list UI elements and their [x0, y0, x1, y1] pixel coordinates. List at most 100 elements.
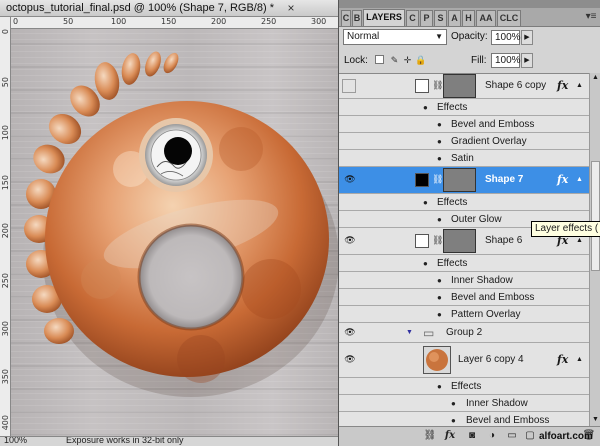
eye-icon[interactable]: ● [437, 154, 442, 163]
visibility-toggle-empty[interactable] [342, 79, 356, 93]
layer-name: Shape 7 [485, 174, 524, 185]
group-expand-icon[interactable]: ▼ [406, 329, 413, 336]
eye-icon[interactable]: ● [423, 103, 428, 112]
new-layer-icon[interactable]: ▢ [523, 430, 537, 442]
expand-caret-icon[interactable]: ▲ [576, 176, 583, 183]
document-canvas[interactable] [11, 29, 338, 436]
eye-icon[interactable]: ● [437, 120, 442, 129]
layer-list-scrollbar[interactable]: ▲ ▼ [589, 73, 600, 426]
link-icon: ⛓ [432, 80, 444, 90]
expand-caret-icon[interactable]: ▲ [576, 237, 583, 244]
adjustment-layer-icon[interactable]: ◑ [485, 430, 499, 442]
tab-aa[interactable]: AA [476, 10, 496, 26]
fx-icon[interactable]: fx [557, 79, 568, 92]
effect-row[interactable]: ● Inner Shadow [339, 272, 589, 289]
effect-row[interactable]: ● Satin [339, 150, 589, 167]
lock-move-icon[interactable]: ✛ [402, 55, 413, 66]
watermark-text: alfoart.com [539, 431, 593, 442]
layer-row-shape-6-copy[interactable]: ⛓ Shape 6 copy fx ▲ [339, 74, 589, 99]
fx-icon[interactable]: fx [557, 173, 568, 186]
blend-mode-select[interactable]: Normal ▼ [343, 29, 447, 45]
ruler-horizontal[interactable]: 0 50 100 150 200 250 300 [11, 17, 338, 29]
ruler-label: 200 [1, 223, 10, 239]
eye-icon[interactable]: ● [423, 198, 428, 207]
tab-h[interactable]: H [462, 10, 475, 26]
tab-b[interactable]: B [352, 10, 362, 26]
vector-mask-thumbnail [443, 74, 476, 98]
tab-p[interactable]: P [420, 10, 433, 26]
eye-icon[interactable]: ● [437, 137, 442, 146]
eye-icon[interactable]: ● [437, 310, 442, 319]
tab-a[interactable]: A [448, 10, 461, 26]
effects-row[interactable]: ● Effects [339, 255, 589, 272]
ruler-label: 150 [161, 17, 177, 26]
fill-field[interactable]: 100% [491, 53, 521, 68]
document-tab[interactable]: octopus_tutorial_final.psd @ 100% (Shape… [0, 0, 338, 17]
eye-icon[interactable]: 👁 [344, 354, 356, 364]
tab-s[interactable]: S [434, 10, 447, 26]
lock-transparency-icon[interactable] [375, 55, 384, 64]
scroll-down-icon[interactable]: ▼ [590, 415, 600, 425]
effects-label: Effects [437, 197, 468, 208]
tab-layers[interactable]: LAYERS [363, 9, 405, 26]
effect-label: Inner Shadow [451, 275, 513, 286]
effect-row[interactable]: ● Pattern Overlay [339, 306, 589, 323]
layer-thumbnail [423, 346, 451, 374]
tab-c2[interactable]: C [406, 10, 419, 26]
effect-row[interactable]: ● Bevel and Emboss [339, 289, 589, 306]
lock-all-icon[interactable]: 🔒 [415, 55, 426, 66]
close-icon[interactable]: × [283, 0, 299, 16]
eye-icon[interactable]: ● [423, 259, 428, 268]
scrollbar-thumb[interactable] [591, 161, 600, 271]
opacity-field[interactable]: 100% [491, 30, 521, 45]
layer-name: Layer 6 copy 4 [458, 354, 524, 365]
eye-icon[interactable]: 👁 [344, 327, 356, 337]
expand-caret-icon[interactable]: ▲ [576, 356, 583, 363]
effect-row[interactable]: ● Bevel and Emboss [339, 412, 589, 427]
group-name: Group 2 [446, 327, 483, 338]
effect-row[interactable]: ● Bevel and Emboss [339, 116, 589, 133]
effects-row[interactable]: ● Effects [339, 99, 589, 116]
layer-row-shape-7[interactable]: 👁 ⛓ Shape 7 fx ▲ [339, 167, 589, 194]
eye-icon[interactable]: ● [437, 276, 442, 285]
tab-c[interactable]: C [341, 10, 351, 26]
effect-row[interactable]: ● Inner Shadow [339, 395, 589, 412]
eye-icon[interactable]: ● [437, 293, 442, 302]
ruler-label: 0 [13, 17, 19, 26]
panel-menu-icon[interactable]: ▾≡ [585, 11, 597, 23]
status-zoom[interactable]: 100% [4, 437, 27, 445]
eye-icon[interactable]: ● [451, 399, 456, 408]
fx-icon[interactable]: fx [557, 353, 568, 366]
add-mask-icon[interactable]: ◙ [465, 430, 479, 442]
link-icon: ⛓ [432, 235, 444, 245]
effects-row[interactable]: ● Effects [339, 194, 589, 211]
ruler-label: 300 [311, 17, 327, 26]
link-layers-icon[interactable]: ⛓ [423, 430, 437, 442]
blend-mode-value: Normal [347, 31, 380, 42]
layer-list: ⛓ Shape 6 copy fx ▲ ● Effects ● Bevel an… [339, 73, 589, 427]
vector-mask-thumbnail [443, 168, 476, 192]
tab-clc[interactable]: CLC [497, 10, 521, 26]
layer-name: Shape 6 copy [485, 80, 547, 91]
eye-icon[interactable]: ● [437, 215, 442, 224]
fill-slider-button[interactable]: ▶ [521, 53, 533, 68]
lock-brush-icon[interactable]: ✎ [389, 55, 400, 66]
layer-thumbnail [415, 79, 429, 93]
opacity-slider-button[interactable]: ▶ [521, 30, 533, 45]
add-layer-style-icon[interactable]: fx [443, 430, 457, 442]
effects-label: Effects [451, 381, 482, 392]
effect-label: Satin [451, 153, 474, 164]
scroll-up-icon[interactable]: ▲ [590, 73, 600, 83]
eye-icon[interactable]: 👁 [344, 174, 356, 184]
effect-row[interactable]: ● Gradient Overlay [339, 133, 589, 150]
eye-icon[interactable]: ● [451, 416, 456, 425]
layer-row-group-2[interactable]: 👁 ▼ ▭ Group 2 [339, 323, 589, 343]
ruler-vertical[interactable]: 0 50 100 150 200 250 300 350 400 [0, 17, 11, 436]
layer-row-layer-6-copy-4[interactable]: 👁 Layer 6 copy 4 fx ▲ [339, 343, 589, 378]
panel-tab-bar: C B LAYERS C P S A H AA CLC ▾≡ [339, 8, 600, 27]
expand-caret-icon[interactable]: ▲ [576, 82, 583, 89]
new-group-icon[interactable]: ▭ [505, 430, 519, 442]
effects-row[interactable]: ● Effects [339, 378, 589, 395]
eye-icon[interactable]: ● [437, 382, 442, 391]
eye-icon[interactable]: 👁 [344, 235, 356, 245]
